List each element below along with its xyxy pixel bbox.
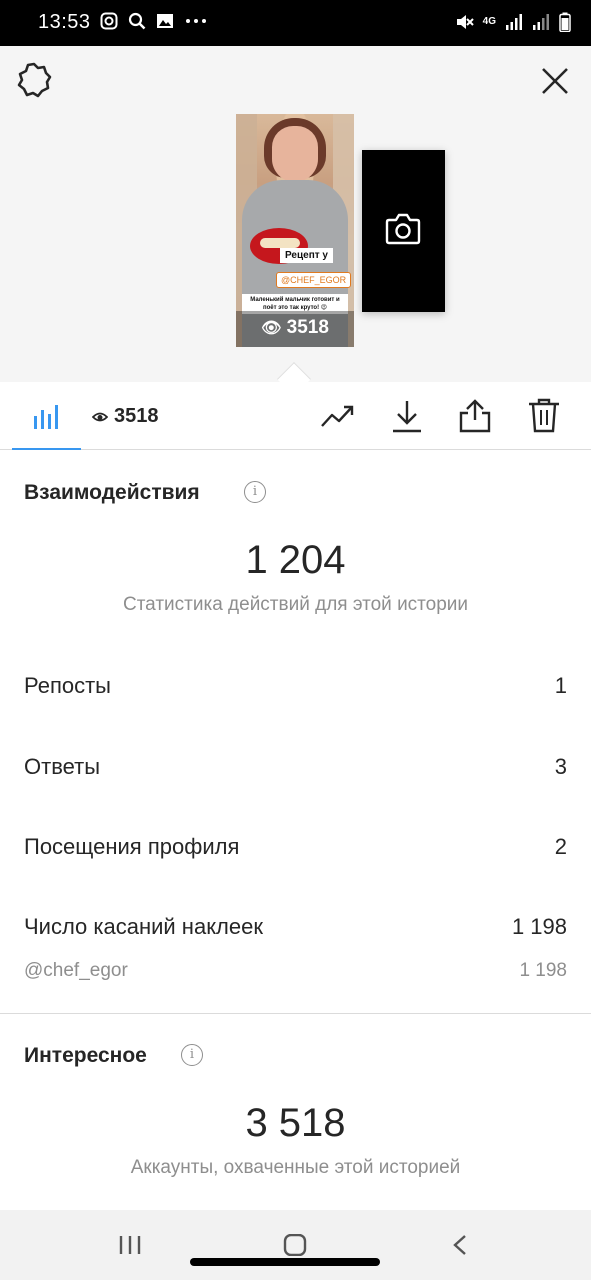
interactions-subtitle: Статистика действий для этой истории bbox=[122, 594, 469, 615]
row-sticker-taps: Число касаний наклеек 1 198 bbox=[24, 914, 567, 940]
interactions-title: Взаимодействия bbox=[24, 481, 200, 504]
row-label: Посещения профиля bbox=[24, 834, 240, 859]
row-label: Число касаний наклеек bbox=[24, 914, 263, 939]
status-bar: 13:53 4G bbox=[0, 0, 591, 46]
more-dots-icon bbox=[186, 19, 206, 23]
discovery-subtitle: Аккаунты, охваченные этой историей bbox=[130, 1157, 461, 1178]
close-icon[interactable] bbox=[540, 66, 570, 96]
delete-icon[interactable] bbox=[527, 398, 561, 434]
eye-icon: 👁 bbox=[261, 320, 282, 337]
story-preview-area: Рецепт у @CHEF_EGOR Маленький мальчик го… bbox=[0, 46, 591, 396]
signal-icon bbox=[533, 14, 549, 30]
discovery-info-icon[interactable]: i bbox=[181, 1044, 203, 1066]
row-sticker-mention[interactable]: @chef_egor 1 198 bbox=[24, 960, 567, 982]
promote-icon[interactable] bbox=[320, 398, 356, 434]
discovery-title: Интересное bbox=[24, 1044, 147, 1067]
row-value: 1 198 bbox=[511, 914, 567, 939]
share-icon[interactable] bbox=[458, 398, 492, 434]
row-label: Ответы bbox=[24, 754, 101, 779]
4g-icon: 4G bbox=[482, 16, 496, 27]
row-profile-visits: Посещения профиля 2 bbox=[24, 834, 567, 860]
row-reposts: Репосты 1 bbox=[24, 673, 567, 699]
insights-icon bbox=[34, 405, 58, 429]
gesture-bar bbox=[190, 1258, 380, 1266]
back-icon[interactable] bbox=[452, 1234, 468, 1256]
section-divider bbox=[0, 1013, 591, 1014]
insights-toolbar: 3518 bbox=[0, 382, 591, 450]
row-value: 1 198 bbox=[519, 960, 567, 981]
home-icon[interactable] bbox=[283, 1234, 307, 1256]
search-icon bbox=[128, 12, 146, 30]
sticker-title: Рецепт у bbox=[280, 248, 333, 263]
discovery-total: 3 518 bbox=[245, 1101, 346, 1145]
tab-insights[interactable] bbox=[12, 382, 81, 450]
download-icon[interactable] bbox=[390, 398, 424, 434]
instagram-icon bbox=[100, 12, 118, 30]
thumbnail-views: 👁 3518 bbox=[261, 317, 329, 338]
battery-icon bbox=[559, 12, 571, 32]
eye-icon bbox=[92, 412, 108, 421]
row-value: 1 bbox=[554, 673, 567, 698]
signal-icon bbox=[506, 14, 522, 30]
row-value: 3 bbox=[554, 754, 567, 779]
interactions-total: 1 204 bbox=[245, 538, 346, 582]
row-label: @chef_egor bbox=[24, 960, 128, 981]
row-label: Репосты bbox=[24, 673, 111, 698]
mute-icon bbox=[456, 15, 474, 29]
story-thumbnail[interactable]: Рецепт у @CHEF_EGOR Маленький мальчик го… bbox=[236, 114, 354, 347]
interactions-info-icon[interactable]: i bbox=[244, 481, 266, 503]
camera-icon bbox=[385, 213, 421, 245]
sticker-mention: @CHEF_EGOR bbox=[276, 272, 352, 288]
settings-gear-icon[interactable] bbox=[16, 62, 52, 98]
recent-apps-icon[interactable] bbox=[118, 1234, 142, 1256]
new-story-button[interactable] bbox=[362, 150, 445, 312]
active-tab-underline bbox=[12, 448, 81, 450]
views-count: 3518 bbox=[92, 405, 159, 428]
row-value: 2 bbox=[554, 834, 567, 859]
row-replies: Ответы 3 bbox=[24, 754, 567, 780]
gallery-icon bbox=[157, 14, 173, 28]
status-time: 13:53 bbox=[38, 11, 91, 33]
system-nav-bar bbox=[0, 1210, 591, 1280]
